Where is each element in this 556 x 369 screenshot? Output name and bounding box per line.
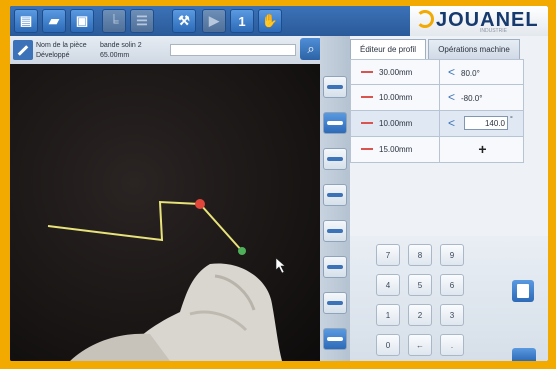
calculator-button[interactable] (512, 280, 534, 302)
length-cell[interactable]: 30.00mm (351, 60, 440, 85)
part-name-value: bande solin 2 (100, 42, 142, 49)
key-4[interactable]: 4 (376, 274, 400, 296)
part-info-bar: Nom de la pièce bande solin 2 Développé … (10, 36, 328, 64)
length-icon (361, 95, 373, 98)
open-folder-button[interactable]: ▰ (42, 9, 66, 33)
search-button[interactable]: ⌕ (300, 38, 322, 60)
bend-point-marker (195, 199, 205, 209)
length-cell[interactable]: 15.00mm (351, 137, 440, 162)
hem-icon (327, 157, 343, 161)
hand-button[interactable]: ✋ (258, 9, 282, 33)
profile-line (47, 200, 243, 252)
grid-icon (327, 301, 343, 305)
open-hem-tool[interactable] (323, 220, 347, 242)
floppy-disk-icon: ▣ (75, 13, 89, 28)
key-9[interactable]: 9 (440, 244, 464, 266)
key-8[interactable]: 8 (408, 244, 432, 266)
numeric-keypad: 7 8 9 4 5 6 1 2 3 0 ← . (350, 236, 548, 361)
table-row[interactable]: 10.00mm < -80.0° (350, 85, 524, 111)
angle-icon: < (448, 65, 456, 79)
length-icon (361, 70, 373, 73)
angle-cell[interactable]: < 140.0 ° (440, 111, 525, 136)
insert-segment-tool[interactable] (323, 328, 347, 350)
tools-button[interactable]: ⚒ (172, 9, 196, 33)
insert-icon (327, 337, 343, 341)
tools-icon: ⚒ (178, 13, 190, 28)
profile-table: 30.00mm <80.0° 10.00mm < -80.0° 10.00mm <… (350, 59, 524, 163)
degree-unit: ° (510, 116, 513, 123)
angle-icon (327, 121, 343, 125)
key-2[interactable]: 2 (408, 304, 432, 326)
key-0[interactable]: 0 (376, 334, 400, 356)
profile-editor-panel: Éditeur de profil Opérations machine 30.… (350, 36, 548, 361)
table-row[interactable]: 15.00mm + (350, 137, 524, 163)
length-cell[interactable]: 10.00mm (351, 85, 440, 110)
closed-hem-icon (327, 193, 343, 197)
flat-icon (327, 85, 343, 89)
search-icon: ⌕ (307, 41, 315, 56)
length-icon (361, 121, 373, 124)
radius-tool[interactable] (323, 256, 347, 278)
tab-profile-editor[interactable]: Éditeur de profil (350, 39, 426, 59)
angle-icon: < (448, 116, 456, 130)
key-backspace[interactable]: ← (408, 334, 432, 356)
hand-icon: ✋ (261, 13, 279, 28)
brand-area: JOUANEL INDUSTRIE (410, 6, 548, 36)
machine-screen: ▤ ▰ ▣ ╘ ☰ ⚒ ▶ 1 ✋ JOUANEL INDUSTRIE Nom … (10, 6, 548, 361)
folder-icon: ▰ (49, 13, 59, 28)
save-button[interactable]: ▣ (70, 9, 94, 33)
key-5[interactable]: 5 (408, 274, 432, 296)
key-7[interactable]: 7 (376, 244, 400, 266)
play-icon: ▶ (209, 13, 219, 28)
bend-tool-column (320, 36, 350, 361)
grid-tool[interactable] (323, 292, 347, 314)
list-icon: ☰ (136, 13, 148, 28)
brand-tagline: INDUSTRIE (480, 28, 507, 34)
new-file-button[interactable]: ▤ (14, 9, 38, 33)
profile-view-button[interactable]: ╘ (102, 9, 126, 33)
part-name-label: Nom de la pièce (36, 42, 87, 49)
angle-cell[interactable]: <80.0° (440, 60, 525, 85)
top-toolbar: ▤ ▰ ▣ ╘ ☰ ⚒ ▶ 1 ✋ JOUANEL INDUSTRIE (10, 6, 548, 36)
key-6[interactable]: 6 (440, 274, 464, 296)
list-view-button[interactable]: ☰ (130, 9, 154, 33)
angle-icon: < (448, 90, 456, 104)
end-point-marker (238, 247, 246, 255)
developed-value: 65.00mm (100, 52, 130, 59)
table-row-selected[interactable]: 10.00mm < 140.0 ° (350, 111, 524, 137)
add-segment-button[interactable]: + (440, 137, 525, 162)
flat-segment-tool[interactable] (323, 76, 347, 98)
move-view-button[interactable] (512, 348, 536, 361)
angle-input[interactable]: 140.0 (464, 116, 508, 130)
hem-tool[interactable] (323, 148, 347, 170)
key-3[interactable]: 3 (440, 304, 464, 326)
radius-icon (327, 265, 343, 269)
open-hem-icon (327, 229, 343, 233)
play-button[interactable]: ▶ (202, 9, 226, 33)
search-input[interactable] (170, 44, 296, 56)
step-button[interactable]: 1 (230, 9, 254, 33)
key-decimal[interactable]: . (440, 334, 464, 356)
angle-tool[interactable] (323, 112, 347, 134)
step-icon: 1 (238, 13, 246, 29)
brand-logo-icon (416, 10, 434, 28)
profile-canvas[interactable] (10, 64, 320, 361)
edit-pencil-icon[interactable] (13, 40, 33, 60)
document-icon: ▤ (19, 13, 33, 28)
closed-hem-tool[interactable] (323, 184, 347, 206)
developed-label: Développé (36, 52, 70, 59)
profile-icon: ╘ (109, 13, 119, 29)
length-cell[interactable]: 10.00mm (351, 111, 440, 136)
length-icon (361, 147, 373, 150)
tab-machine-operations[interactable]: Opérations machine (428, 39, 520, 59)
table-row[interactable]: 30.00mm <80.0° (350, 59, 524, 85)
key-1[interactable]: 1 (376, 304, 400, 326)
mouse-cursor-icon (275, 257, 286, 274)
